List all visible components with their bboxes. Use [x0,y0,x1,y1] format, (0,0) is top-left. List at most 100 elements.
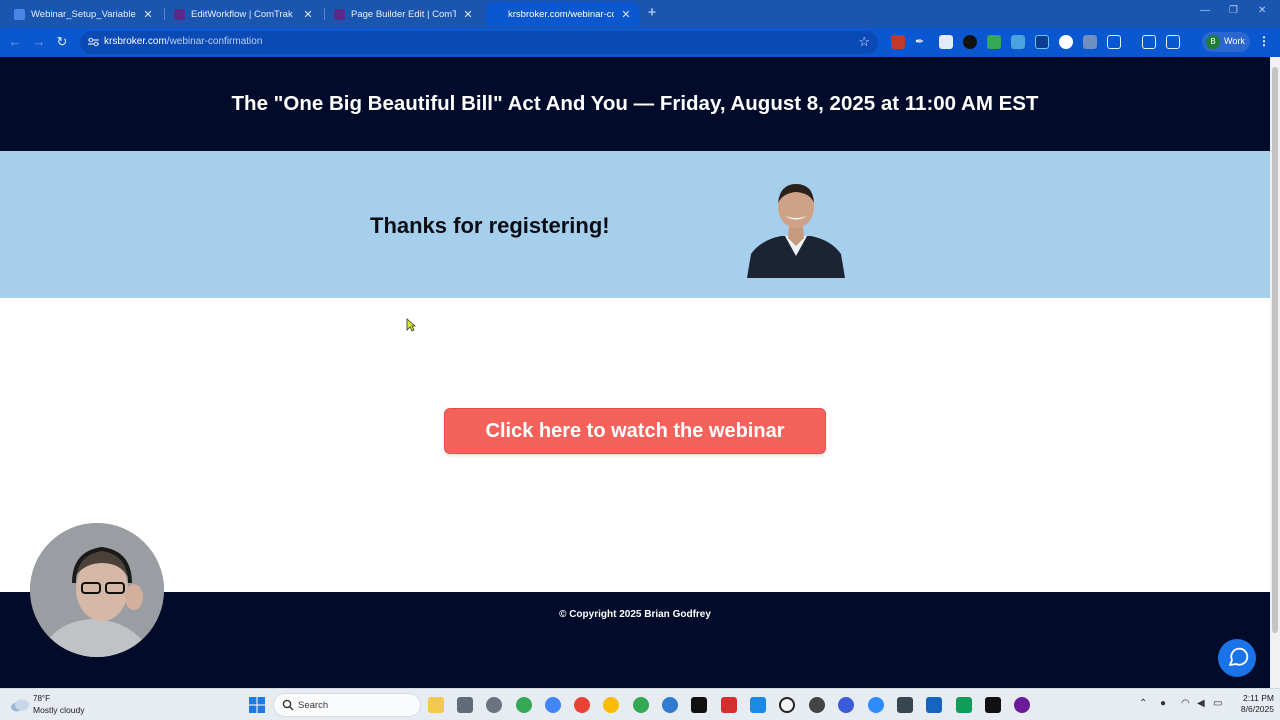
browser-toolbar: ← → ↻ krsbroker.com/webinar-confirmation… [0,28,1280,57]
cloud-icon[interactable] [1011,35,1025,49]
page-footer: © Copyright 2025 Brian Godfrey [0,592,1270,688]
host-headshot-image [747,180,845,278]
docs-icon [14,8,25,20]
acrobat-icon[interactable] [721,697,737,713]
extensions-puzzle-icon[interactable] [1107,35,1121,49]
chat-widget-button[interactable] [1218,639,1256,677]
tab-strip: Webinar_Setup_Variables_and_ ✕ EditWorkf… [0,0,1280,28]
site-info-icon[interactable] [88,37,99,47]
app-gear-icon[interactable] [838,697,854,713]
avatar: B [1206,35,1220,49]
chrome-icon[interactable] [574,697,590,713]
taskbar-search-box[interactable]: Search [273,693,421,717]
weather-widget[interactable]: 78°F Mostly cloudy [10,693,110,717]
tab-title: Page Builder Edit | ComTrak Pro [351,8,456,20]
scrollbar-thumb[interactable] [1272,67,1278,633]
obs-icon[interactable] [809,697,825,713]
back-circle-icon[interactable] [963,35,977,49]
tab-separator [324,8,325,20]
taskbar-clock[interactable]: 2:11 PM 8/6/2025 [1228,693,1274,715]
eyedropper-icon[interactable]: ✒ [915,35,929,49]
forward-button[interactable]: → [30,33,48,51]
back-button[interactable]: ← [6,33,24,51]
watch-webinar-button[interactable]: Click here to watch the webinar [444,408,826,454]
bookmark-star-icon[interactable]: ☆ [858,34,870,50]
record-icon[interactable] [1059,35,1073,49]
close-icon[interactable]: ✕ [620,8,632,21]
web-page: The "One Big Beautiful Bill" Act And You… [0,57,1270,688]
play-icon[interactable] [1035,35,1049,49]
notion-icon[interactable] [691,697,707,713]
github-icon[interactable] [1014,697,1030,713]
tab-webinar-setup[interactable]: Webinar_Setup_Variables_and_ ✕ [6,2,162,26]
tab-separator [164,8,165,20]
chat-icon [1229,647,1249,666]
address-bar[interactable]: krsbroker.com/webinar-confirmation ☆ [80,31,878,54]
tab-edit-workflow[interactable]: EditWorkflow | ComTrak Pro ✕ [166,2,322,26]
profile-label: Work [1224,36,1245,46]
close-icon[interactable]: ✕ [462,8,474,21]
drive-icon[interactable] [987,35,1001,49]
mouse-cursor-icon [406,318,416,332]
comtrak-icon [334,8,345,20]
app-window-icon[interactable] [897,697,913,713]
restore-icon[interactable]: ❐ [1229,5,1238,16]
grid-icon[interactable] [1083,35,1097,49]
close-icon[interactable]: ✕ [142,8,154,21]
search-icon [282,699,294,711]
new-tab-button[interactable]: + [644,4,660,22]
profile-button[interactable]: B Work [1202,32,1250,52]
thanks-section: Thanks for registering! [0,151,1270,298]
app-dark-icon[interactable] [985,697,1001,713]
comtrak-icon [174,8,185,20]
app-c-icon[interactable] [662,697,678,713]
clock-time: 2:11 PM [1242,693,1274,703]
close-window-icon[interactable]: ✕ [1258,5,1266,16]
copyright-text: © Copyright 2025 Brian Godfrey [559,609,711,620]
clock-date: 8/6/2025 [1240,704,1274,714]
page-scrollbar[interactable] [1270,57,1280,688]
file-explorer-icon[interactable] [428,697,444,713]
weather-temperature: 78°F [33,694,50,703]
taskbar: 78°F Mostly cloudy Search ⌃ ● ◠ ◀ ▭ 2:11… [0,688,1280,720]
chrome-icon[interactable] [603,697,619,713]
tab-webinar-confirmation[interactable]: krsbroker.com/webinar-confirm ✕ [486,2,640,26]
thanks-heading: Thanks for registering! [370,213,610,238]
camera-icon[interactable] [939,35,953,49]
windows-start-icon[interactable] [249,697,265,713]
extension-icon[interactable] [891,35,905,49]
weather-condition: Mostly cloudy [33,705,85,715]
tab-title: Webinar_Setup_Variables_and_ [31,8,136,20]
zoom-icon[interactable] [868,697,884,713]
reload-button[interactable]: ↻ [53,33,71,51]
app-arrow-icon[interactable] [750,697,766,713]
page-title: The "One Big Beautiful Bill" Act And You… [231,92,1039,115]
volume-icon[interactable]: ◀ [1197,698,1205,709]
tab-title: EditWorkflow | ComTrak Pro [191,8,296,20]
url-text: krsbroker.com/webinar-confirmation [104,36,262,47]
cloud-icon [11,699,29,712]
url-path: /webinar-confirmation [166,36,263,47]
notepad-icon[interactable] [956,697,972,713]
tray-overflow-icon[interactable]: ⌃ [1139,698,1147,709]
menu-icon[interactable]: ⋮ [1258,34,1270,48]
microphone-icon[interactable]: ● [1160,698,1166,709]
chrome-icon[interactable] [633,697,649,713]
settings-icon[interactable] [486,697,502,713]
tab-title: krsbroker.com/webinar-confirm [508,8,614,20]
reading-list-icon[interactable] [1142,35,1156,49]
calculator-icon[interactable] [457,697,473,713]
close-icon[interactable]: ✕ [302,8,314,21]
app-circle-icon[interactable] [779,697,795,713]
search-label: Search [298,700,329,711]
search-tabs-icon[interactable] [1166,35,1180,49]
wifi-icon[interactable]: ◠ [1181,698,1190,709]
tab-page-builder[interactable]: Page Builder Edit | ComTrak Pro ✕ [326,2,482,26]
page-icon [494,9,502,20]
page-header: The "One Big Beautiful Bill" Act And You… [0,57,1270,151]
battery-icon[interactable]: ▭ [1213,698,1222,709]
minimize-icon[interactable]: — [1200,5,1210,16]
chrome-icon[interactable] [516,697,532,713]
docs-icon[interactable] [926,697,942,713]
chrome-icon[interactable] [545,697,561,713]
